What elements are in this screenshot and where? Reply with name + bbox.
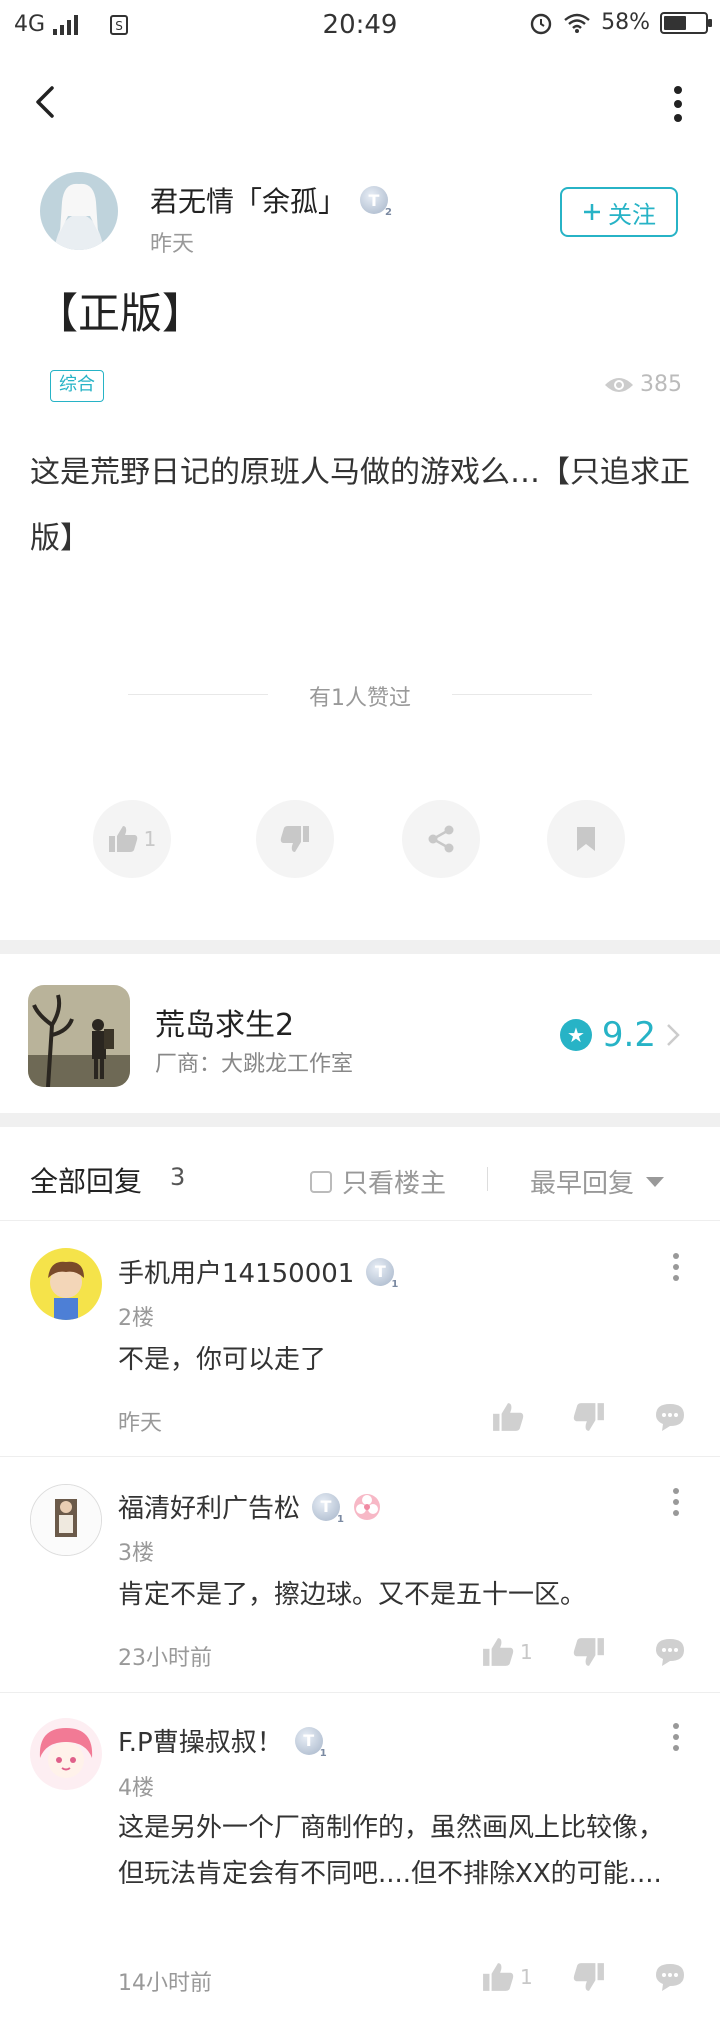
chevron-right-icon bbox=[667, 1024, 680, 1046]
bookmark-button[interactable] bbox=[547, 800, 625, 878]
comment-like-button[interactable]: 1 bbox=[482, 1637, 533, 1667]
view-count: 385 bbox=[604, 372, 682, 397]
flower-badge-icon bbox=[354, 1493, 381, 1520]
eye-icon bbox=[605, 377, 633, 392]
thumbs-up-icon bbox=[483, 1963, 514, 1991]
only-owner-filter[interactable]: 只看楼主 bbox=[310, 1163, 446, 1200]
game-name[interactable]: 荒岛求生2 bbox=[155, 1000, 294, 1044]
commenter-avatar[interactable] bbox=[30, 1484, 102, 1556]
comment-reply-button[interactable] bbox=[654, 1637, 686, 1667]
chat-bubble-icon bbox=[656, 1964, 684, 1991]
comment-like-button[interactable]: 1 bbox=[482, 1962, 533, 1992]
commenter-name[interactable]: F.P曹操叔叔！ bbox=[118, 1722, 283, 1759]
category-tag[interactable]: 综合 bbox=[50, 370, 104, 402]
divider bbox=[0, 1456, 720, 1457]
chat-bubble-icon bbox=[656, 1639, 684, 1666]
divider bbox=[0, 1220, 720, 1221]
replies-title: 全部回复 bbox=[30, 1165, 143, 1198]
battery-icon bbox=[660, 11, 712, 34]
level-badge-icon: T1 bbox=[312, 1492, 344, 1525]
post-title: 【正版】 bbox=[36, 289, 205, 338]
follow-button[interactable]: 关注 bbox=[560, 187, 678, 237]
commenter-name[interactable]: 福清好利广告松 bbox=[118, 1488, 300, 1525]
alarm-icon bbox=[530, 13, 552, 34]
more-options-icon[interactable] bbox=[672, 1722, 680, 1752]
comment-reply-button[interactable] bbox=[654, 1402, 686, 1432]
thumbs-up-icon bbox=[493, 1403, 524, 1431]
replies-count: 3 bbox=[170, 1163, 186, 1191]
status-bar: 4G S 20:49 58% bbox=[0, 0, 720, 50]
battery-percent: 58% bbox=[601, 10, 650, 35]
floor-number: 4楼 bbox=[118, 1776, 154, 1801]
bookmark-icon bbox=[577, 827, 595, 851]
level-badge-icon: T2 bbox=[360, 186, 392, 218]
share-button[interactable] bbox=[402, 800, 480, 878]
author-avatar[interactable] bbox=[40, 172, 118, 250]
more-options-icon[interactable] bbox=[672, 84, 684, 124]
thumbs-up-icon bbox=[483, 1638, 514, 1666]
comment-dislike-button[interactable] bbox=[573, 1962, 605, 1992]
comment-reply-button[interactable] bbox=[654, 1962, 686, 1992]
post-content: 这是荒野日记的原班人马做的游戏么…【只追求正版】 bbox=[30, 455, 690, 556]
game-score[interactable]: ★ 9.2 bbox=[559, 1015, 680, 1055]
comment-text: 不是，你可以走了 bbox=[118, 1345, 327, 1375]
liked-summary: 有1人赞过 bbox=[0, 680, 720, 712]
floor-number: 2楼 bbox=[118, 1306, 154, 1331]
commenter-name[interactable]: 手机用户14150001 bbox=[118, 1253, 354, 1290]
dislike-button[interactable] bbox=[256, 800, 334, 878]
comment-time: 23小时前 bbox=[118, 1646, 212, 1671]
thumbs-down-icon bbox=[280, 826, 309, 852]
wifi-icon bbox=[564, 13, 590, 33]
post-time: 昨天 bbox=[150, 232, 195, 257]
like-button[interactable]: 1 bbox=[93, 800, 171, 878]
section-separator bbox=[0, 940, 720, 954]
level-badge-icon: T1 bbox=[294, 1726, 327, 1759]
comment-dislike-button[interactable] bbox=[573, 1637, 605, 1667]
comment-time: 14小时前 bbox=[118, 1971, 212, 1996]
star-icon: ★ bbox=[559, 1019, 592, 1051]
game-icon[interactable] bbox=[28, 985, 130, 1087]
caret-down-icon bbox=[646, 1176, 665, 1187]
share-icon bbox=[428, 825, 454, 853]
comment-dislike-button[interactable] bbox=[573, 1402, 605, 1432]
more-options-icon[interactable] bbox=[672, 1487, 680, 1517]
thumbs-down-icon bbox=[573, 1638, 604, 1666]
floor-number: 3楼 bbox=[118, 1541, 154, 1566]
comment-like-button[interactable] bbox=[492, 1402, 524, 1432]
thumbs-down-icon bbox=[573, 1403, 604, 1431]
author-name[interactable]: 君无情「余孤」 bbox=[150, 180, 346, 220]
commenter-avatar[interactable] bbox=[30, 1718, 102, 1790]
level-badge-icon: T1 bbox=[366, 1257, 398, 1290]
game-developer: 厂商：大跳龙工作室 bbox=[155, 1052, 354, 1077]
back-icon[interactable] bbox=[28, 82, 68, 122]
comment-text: 肯定不是了，擦边球。又不是五十一区。 bbox=[118, 1580, 587, 1610]
divider bbox=[487, 1167, 488, 1191]
comment-text: 这是另外一个厂商制作的，虽然画风上比较像，但玩法肯定会有不同吧....但不排除X… bbox=[118, 1813, 665, 1889]
sort-dropdown[interactable]: 最早回复 bbox=[530, 1163, 665, 1200]
thumbs-up-icon bbox=[108, 826, 137, 852]
comment-time: 昨天 bbox=[118, 1411, 163, 1436]
divider bbox=[0, 1692, 720, 1693]
thumbs-down-icon bbox=[573, 1963, 604, 1991]
commenter-avatar[interactable] bbox=[30, 1248, 102, 1320]
more-options-icon[interactable] bbox=[672, 1252, 680, 1282]
chat-bubble-icon bbox=[656, 1404, 684, 1431]
section-separator bbox=[0, 1113, 720, 1127]
plus-icon bbox=[584, 204, 600, 220]
checkbox-icon[interactable] bbox=[310, 1170, 332, 1193]
